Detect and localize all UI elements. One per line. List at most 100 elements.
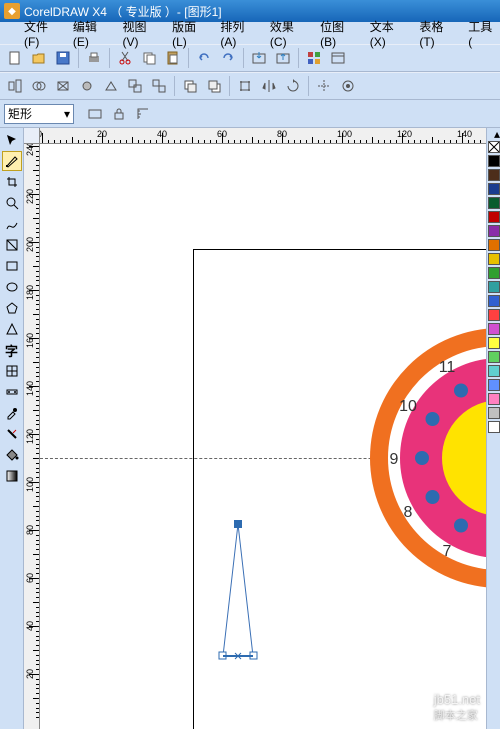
swatch-gray[interactable] [488,407,500,419]
toolbar-separator [174,76,175,96]
svg-text:11: 11 [439,359,456,376]
shape-combo-label: 矩形 [8,105,32,122]
menu-bitmap[interactable]: 位图(B) [316,16,364,51]
basic-shapes-tool[interactable] [2,319,22,339]
swatch-cyan[interactable] [488,365,500,377]
swatch-none[interactable] [488,141,500,153]
pick-tool[interactable] [2,130,22,150]
swatch-lightred[interactable] [488,309,500,321]
menu-arrange[interactable]: 排列(A) [216,16,264,51]
swatch-black[interactable] [488,155,500,167]
mirror-button[interactable] [258,75,280,97]
new-button[interactable] [4,47,26,69]
prop-orientation-icon[interactable] [84,103,106,125]
convert-button[interactable] [100,75,122,97]
prop-units-icon[interactable] [132,103,154,125]
vertical-ruler[interactable]: 24022020018016014012010080604020 [24,144,40,729]
text-tool[interactable]: 字 [2,340,22,360]
editing-triangle[interactable] [219,520,257,659]
menu-view[interactable]: 视图(V) [119,16,167,51]
menu-effects[interactable]: 效果(C) [266,16,314,51]
swatch-lightblue[interactable] [488,379,500,391]
horizontal-ruler[interactable]: 020406080100120140 [40,128,486,144]
swatch-lightgreen[interactable] [488,351,500,363]
menu-table[interactable]: 表格(T) [415,16,462,51]
app-launcher-button[interactable] [303,47,325,69]
group-button[interactable] [124,75,146,97]
import-button[interactable] [248,47,270,69]
toolbar-separator [109,48,110,68]
swatch-white[interactable] [488,421,500,433]
outline-tool[interactable] [2,424,22,444]
intersect-button[interactable] [76,75,98,97]
interactive-fill-tool[interactable] [2,466,22,486]
swatch-magenta[interactable] [488,323,500,335]
swatch-purple[interactable] [488,225,500,237]
swatch-darkyellow[interactable] [488,253,500,265]
weld-button[interactable] [28,75,50,97]
eyedropper-tool[interactable] [2,403,22,423]
open-button[interactable] [28,47,50,69]
trim-button[interactable] [52,75,74,97]
print-button[interactable] [83,47,105,69]
svg-text:7: 7 [443,543,452,560]
undo-button[interactable] [193,47,215,69]
swatch-green[interactable] [488,267,500,279]
ruler-origin-box[interactable] [24,128,40,144]
node-top[interactable] [234,520,242,528]
secondary-toolbar [0,72,500,100]
welcome-button[interactable] [327,47,349,69]
smart-draw-tool[interactable] [2,235,22,255]
zoom-tool[interactable] [2,193,22,213]
swatch-yellow[interactable] [488,337,500,349]
swatch-red[interactable] [488,211,500,223]
swatch-brown[interactable] [488,169,500,181]
order-back-button[interactable] [203,75,225,97]
menu-text[interactable]: 文本(X) [366,16,414,51]
polygon-tool[interactable] [2,298,22,318]
app-icon: ◆ [4,3,20,19]
rectangle-tool[interactable] [2,256,22,276]
palette-up-icon[interactable]: ▴ [487,128,500,140]
order-front-button[interactable] [179,75,201,97]
transform-button[interactable] [234,75,256,97]
freehand-tool[interactable] [2,214,22,234]
swatch-pink[interactable] [488,393,500,405]
menu-layout[interactable]: 版面(L) [168,16,214,51]
property-bar: 矩形 ▾ [0,100,500,128]
swatch-navy[interactable] [488,183,500,195]
menu-file[interactable]: 文件(F) [20,16,67,51]
swatch-teal[interactable] [488,281,500,293]
redo-button[interactable] [217,47,239,69]
toolbar-separator [308,76,309,96]
ungroup-button[interactable] [148,75,170,97]
crop-tool[interactable] [2,172,22,192]
main-workspace: 字 020406080100120140 2402202001801601401… [0,128,500,729]
swatch-darkgreen[interactable] [488,197,500,209]
prop-lock-icon[interactable] [108,103,130,125]
interactive-tool[interactable] [2,382,22,402]
copy-button[interactable] [138,47,160,69]
export-button[interactable] [272,47,294,69]
paste-button[interactable] [162,47,184,69]
ellipse-tool[interactable] [2,277,22,297]
options-button[interactable] [337,75,359,97]
color-palette: ▴ [486,128,500,729]
swatch-blue[interactable] [488,295,500,307]
table-tool[interactable] [2,361,22,381]
menu-edit[interactable]: 编辑(E) [69,16,117,51]
fill-tool[interactable] [2,445,22,465]
align-button[interactable] [4,75,26,97]
swatch-orange[interactable] [488,239,500,251]
shape-combo[interactable]: 矩形 ▾ [4,104,74,124]
snap-button[interactable] [313,75,335,97]
clock-graphic: 7 8 9 10 11 [40,144,486,729]
drawing-canvas[interactable]: 7 8 9 10 11 [40,144,486,729]
save-button[interactable] [52,47,74,69]
cut-button[interactable] [114,47,136,69]
chevron-down-icon: ▾ [64,107,70,121]
shape-tool[interactable] [2,151,22,171]
menu-tools[interactable]: 工具( [464,16,500,51]
rotate-button[interactable] [282,75,304,97]
toolbar-separator [229,76,230,96]
